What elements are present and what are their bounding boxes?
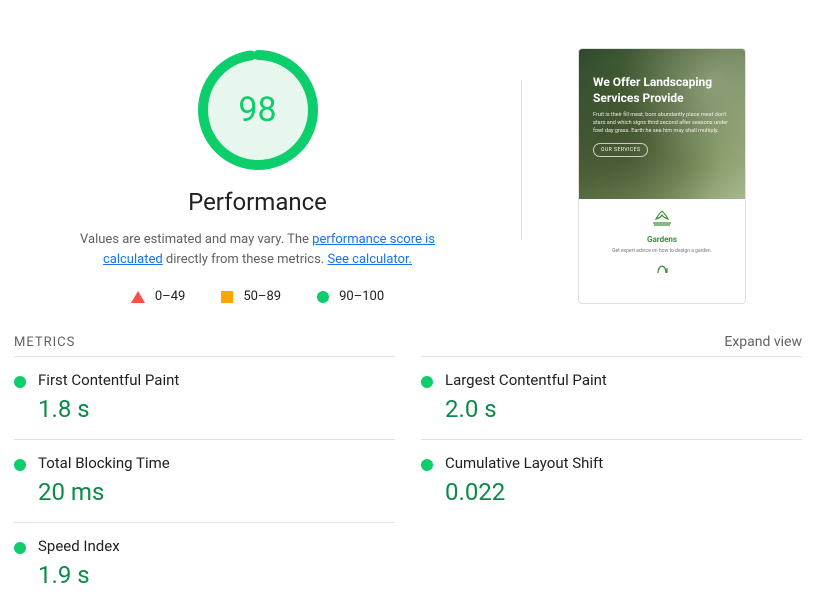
desc-text: Values are estimated and may vary. The bbox=[80, 232, 312, 247]
performance-score: 98 bbox=[198, 50, 318, 170]
legend-range: 50–89 bbox=[243, 289, 281, 304]
site-preview-thumbnail: We Offer Landscaping Services Provide Fr… bbox=[578, 48, 746, 304]
metric-lcp[interactable]: Largest Contentful Paint 2.0 s bbox=[421, 356, 802, 439]
metric-value: 2.0 s bbox=[445, 395, 607, 423]
metric-fcp[interactable]: First Contentful Paint 1.8 s bbox=[14, 356, 395, 439]
performance-description: Values are estimated and may vary. The p… bbox=[68, 230, 448, 269]
metric-name: First Contentful Paint bbox=[38, 371, 179, 389]
legend-range: 90–100 bbox=[339, 289, 384, 304]
performance-title: Performance bbox=[188, 188, 327, 216]
metric-name: Cumulative Layout Shift bbox=[445, 454, 603, 472]
legend-fail: 0–49 bbox=[131, 289, 185, 304]
preview-hero-title: We Offer Landscaping Services Provide bbox=[593, 75, 731, 106]
desc-text-mid: directly from these metrics. bbox=[163, 252, 328, 267]
metric-name: Speed Index bbox=[38, 537, 120, 555]
metric-value: 1.9 s bbox=[38, 561, 120, 589]
status-dot-icon bbox=[14, 376, 26, 388]
performance-gauge: 98 bbox=[198, 50, 318, 170]
preview-card-title: Gardens bbox=[587, 235, 737, 244]
status-dot-icon bbox=[421, 376, 433, 388]
preview-footer-icon bbox=[579, 263, 745, 281]
status-dot-icon bbox=[421, 459, 433, 471]
expand-view-toggle[interactable]: Expand view bbox=[724, 334, 802, 350]
legend-average: 50–89 bbox=[221, 289, 281, 304]
see-calculator-link[interactable]: See calculator. bbox=[327, 252, 412, 267]
legend-range: 0–49 bbox=[155, 289, 185, 304]
status-dot-icon bbox=[14, 542, 26, 554]
metric-value: 1.8 s bbox=[38, 395, 179, 423]
legend-pass: 90–100 bbox=[317, 289, 384, 304]
status-dot-icon bbox=[14, 459, 26, 471]
metric-name: Largest Contentful Paint bbox=[445, 371, 607, 389]
metric-si[interactable]: Speed Index 1.9 s bbox=[14, 522, 395, 605]
circle-icon bbox=[317, 291, 329, 303]
metric-name: Total Blocking Time bbox=[38, 454, 170, 472]
metrics-section-label: METRICS bbox=[14, 335, 75, 350]
square-icon bbox=[221, 291, 233, 303]
metric-value: 0.022 bbox=[445, 478, 603, 506]
score-legend: 0–49 50–89 90–100 bbox=[131, 289, 384, 304]
metric-cls[interactable]: Cumulative Layout Shift 0.022 bbox=[421, 439, 802, 522]
triangle-icon bbox=[131, 291, 145, 303]
metric-tbt[interactable]: Total Blocking Time 20 ms bbox=[14, 439, 395, 522]
preview-hero-subtitle: Fruit is their fill meat, born abundantl… bbox=[593, 112, 731, 135]
metric-value: 20 ms bbox=[38, 478, 170, 506]
preview-card-subtitle: Get expert advice on how to design a gar… bbox=[587, 248, 737, 255]
preview-hero-button: OUR SERVICES bbox=[593, 143, 648, 157]
plant-icon bbox=[587, 209, 737, 231]
